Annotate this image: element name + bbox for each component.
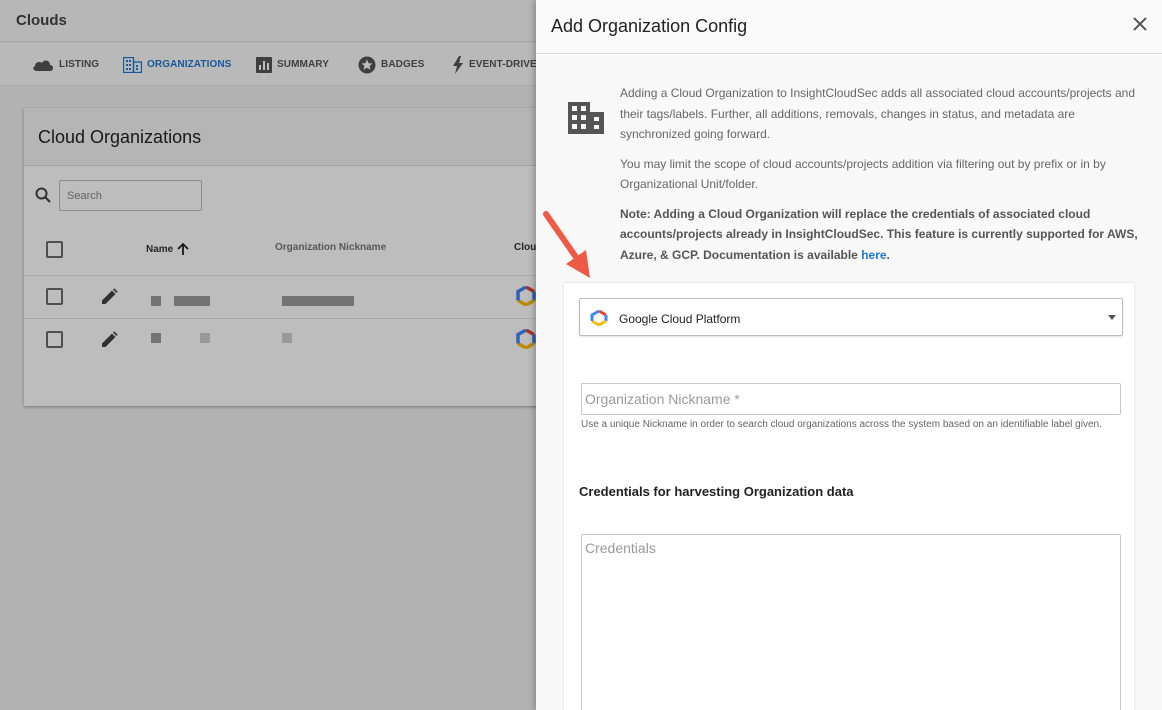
annotation-arrow [543, 211, 590, 278]
nickname-helper-text: Use a unique Nickname in order to search… [581, 419, 1102, 430]
credentials-textarea[interactable] [581, 534, 1121, 710]
add-organization-drawer: Add Organization Config Adding a Cloud O… [536, 0, 1162, 710]
note-paragraph: Note: Adding a Cloud Organization will r… [620, 204, 1142, 266]
organization-nickname-input[interactable] [581, 383, 1121, 415]
info-text: Adding a Cloud Organization to InsightCl… [620, 83, 1142, 274]
documentation-link[interactable]: here [861, 248, 886, 262]
select-value: Google Cloud Platform [619, 312, 741, 326]
cloud-provider-select[interactable]: Google Cloud Platform [579, 298, 1123, 336]
credentials-heading: Credentials for harvesting Organization … [579, 484, 854, 499]
note-end: . [886, 247, 890, 262]
building-icon [568, 102, 604, 134]
drawer-header: Add Organization Config [536, 0, 1162, 54]
info-paragraph: You may limit the scope of cloud account… [620, 156, 1106, 192]
gcp-icon [590, 310, 608, 326]
info-paragraph: Adding a Cloud Organization to InsightCl… [620, 86, 1135, 141]
drawer-title: Add Organization Config [551, 16, 748, 36]
chevron-down-icon [1108, 315, 1116, 320]
close-icon[interactable] [1131, 15, 1149, 33]
